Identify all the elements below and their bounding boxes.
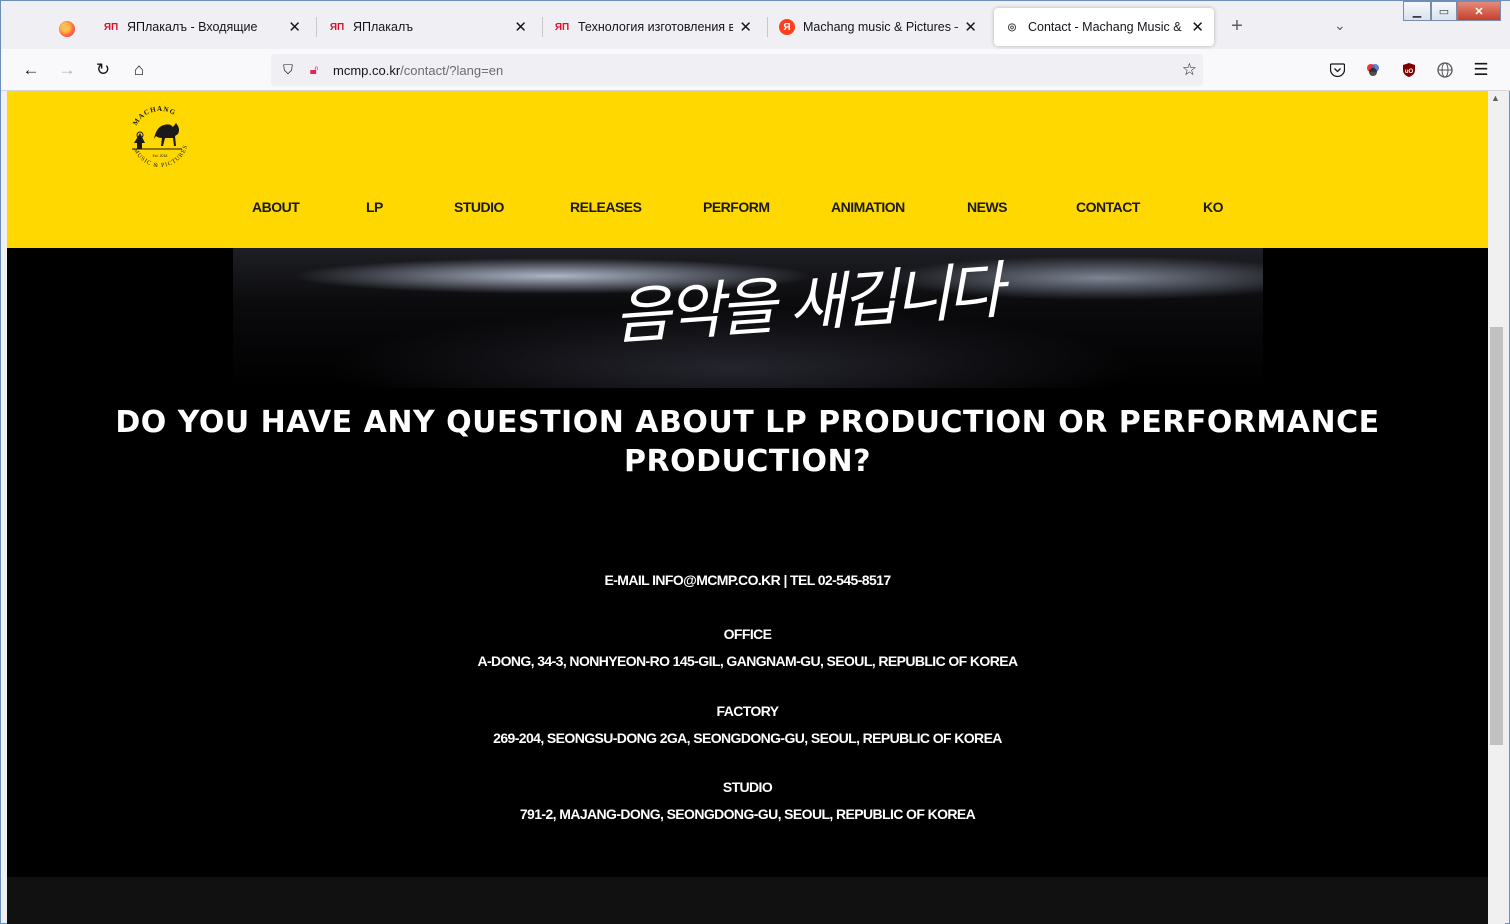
logo-est-text: Est. 2018 [153,154,168,158]
firefox-icon [59,21,75,37]
reload-icon[interactable]: ↻ [92,59,114,81]
nav-studio[interactable]: STUDIO [454,199,504,215]
nav-contact[interactable]: CONTACT [1076,199,1140,215]
site-footer [7,877,1488,924]
svg-text:uO: uO [1405,69,1414,75]
close-window-button[interactable]: ✕ [1457,1,1501,21]
headline-line-1: DO YOU HAVE ANY QUESTION ABOUT LP PRODUC… [115,405,1380,440]
site-favicon-icon: ◎ [1007,21,1017,33]
home-icon[interactable]: ⌂ [128,59,150,81]
tab-vinyl-technology[interactable]: ЯП Технология изготовления вини ✕ [544,8,762,46]
yaplakal-icon: ЯП [554,21,570,33]
tab-title: ЯПлакалъ [353,20,414,34]
address-bar[interactable]: ⛉ 🔓︎ mcmp.co.kr/contact/?lang=en ☆ [271,54,1203,86]
hero-banner-image: 음악을 새깁니다 [233,248,1263,388]
page-scrollbar[interactable]: ▲ [1488,91,1505,924]
insecure-lock-icon[interactable]: 🔓︎ [305,62,323,78]
contact-email-tel: E-MAIL INFO@MCMP.CO.KR | TEL 02-545-8517 [604,572,891,588]
yandex-icon: Я [779,19,795,35]
nav-perform[interactable]: PERFORM [703,199,770,215]
scroll-up-arrow-icon[interactable]: ▲ [1491,93,1500,103]
factory-address: 269-204, SEONGSU-DONG 2GA, SEONGDONG-GU,… [493,730,1002,746]
web-page: MACHANG MUSIC & PICTURES Est. 2018 ABOUT… [7,91,1488,924]
new-tab-button[interactable]: + [1225,15,1249,38]
tab-contact-active[interactable]: ◎ Contact - Machang Music & Pic ✕ [994,8,1214,46]
list-all-tabs-chevron-icon[interactable]: ⌄ [1334,17,1346,34]
factory-label: FACTORY [716,703,780,719]
nav-lp[interactable]: LP [366,199,383,215]
site-navigation: ABOUT LP STUDIO RELEASES PERFORM ANIMATI… [7,199,1488,219]
scrollbar-thumb[interactable] [1490,327,1503,745]
pocket-icon[interactable] [1328,61,1346,79]
studio-label: STUDIO [722,779,773,795]
tab-title: ЯПлакалъ - Входящие [127,20,258,34]
office-label: OFFICE [723,626,772,642]
studio-address: 791-2, MAJANG-DONG, SEONGDONG-GU, SEOUL,… [519,806,976,822]
tab-yandex-search[interactable]: Я Machang music & Pictures — Я ✕ [769,8,987,46]
globe-extension-icon[interactable] [1436,61,1454,79]
hero-calligraphy: 음악을 새깁니다 [611,253,1003,354]
window-controls: ▁ ▭ ✕ [1403,1,1501,21]
tab-title: Технология изготовления вини [578,20,734,34]
browser-window: ЯП ЯПлакалъ - Входящие ✕ ЯП ЯПлакалъ ✕ Я… [0,0,1510,924]
navigation-toolbar: ← → ↻ ⌂ ⛉ 🔓︎ mcmp.co.kr/contact/?lang=en… [1,49,1510,91]
hamburger-menu-icon[interactable]: ☰ [1472,60,1490,79]
url-host: mcmp.co.kr [333,62,401,78]
back-arrow-icon[interactable]: ← [20,59,42,81]
shield-icon[interactable]: ⛉ [279,62,297,78]
nav-releases[interactable]: RELEASES [570,199,642,215]
nav-animation[interactable]: ANIMATION [831,199,905,215]
tab-strip: ЯП ЯПлакалъ - Входящие ✕ ЯП ЯПлакалъ ✕ Я… [1,1,1510,49]
close-tab-icon[interactable]: ✕ [514,18,527,36]
nav-language-ko[interactable]: KO [1203,199,1224,215]
nav-about[interactable]: ABOUT [252,199,300,215]
close-tab-icon[interactable]: ✕ [739,18,752,36]
tab-title: Contact - Machang Music & Pic [1028,20,1186,34]
tab-yaplakal-inbox[interactable]: ЯП ЯПлакалъ - Входящие ✕ [93,8,311,46]
yaplakal-icon: ЯП [329,21,345,33]
office-address: A-DONG, 34-3, NONHYEON-RO 145-GIL, GANGN… [477,653,1018,669]
firefox-view-button[interactable] [49,15,85,43]
maximize-button[interactable]: ▭ [1431,1,1457,21]
tab-yaplakal[interactable]: ЯП ЯПлакалъ ✕ [319,8,537,46]
machang-logo[interactable]: MACHANG MUSIC & PICTURES Est. 2018 [124,99,196,171]
extension-multicolor-icon[interactable] [1364,61,1382,79]
headline-line-2: PRODUCTION? [623,444,871,479]
tab-title: Machang music & Pictures — Я [803,20,958,34]
site-header: MACHANG MUSIC & PICTURES Est. 2018 ABOUT… [7,91,1488,248]
nav-news[interactable]: NEWS [967,199,1008,215]
minimize-button[interactable]: ▁ [1403,1,1431,21]
close-tab-icon[interactable]: ✕ [288,18,301,36]
svg-text:MACHANG: MACHANG [131,105,177,127]
close-tab-icon[interactable]: ✕ [1191,18,1204,36]
forward-arrow-icon[interactable]: → [56,59,78,81]
bookmark-star-icon[interactable]: ☆ [1182,60,1197,80]
ublock-origin-icon[interactable]: uO [1400,61,1418,79]
close-tab-icon[interactable]: ✕ [964,18,977,36]
page-headline: DO YOU HAVE ANY QUESTION ABOUT LP PRODUC… [7,403,1488,481]
yaplakal-icon: ЯП [103,21,119,33]
logo-top-text: MACHANG [131,105,176,127]
url-path: /contact/?lang=en [400,62,504,78]
